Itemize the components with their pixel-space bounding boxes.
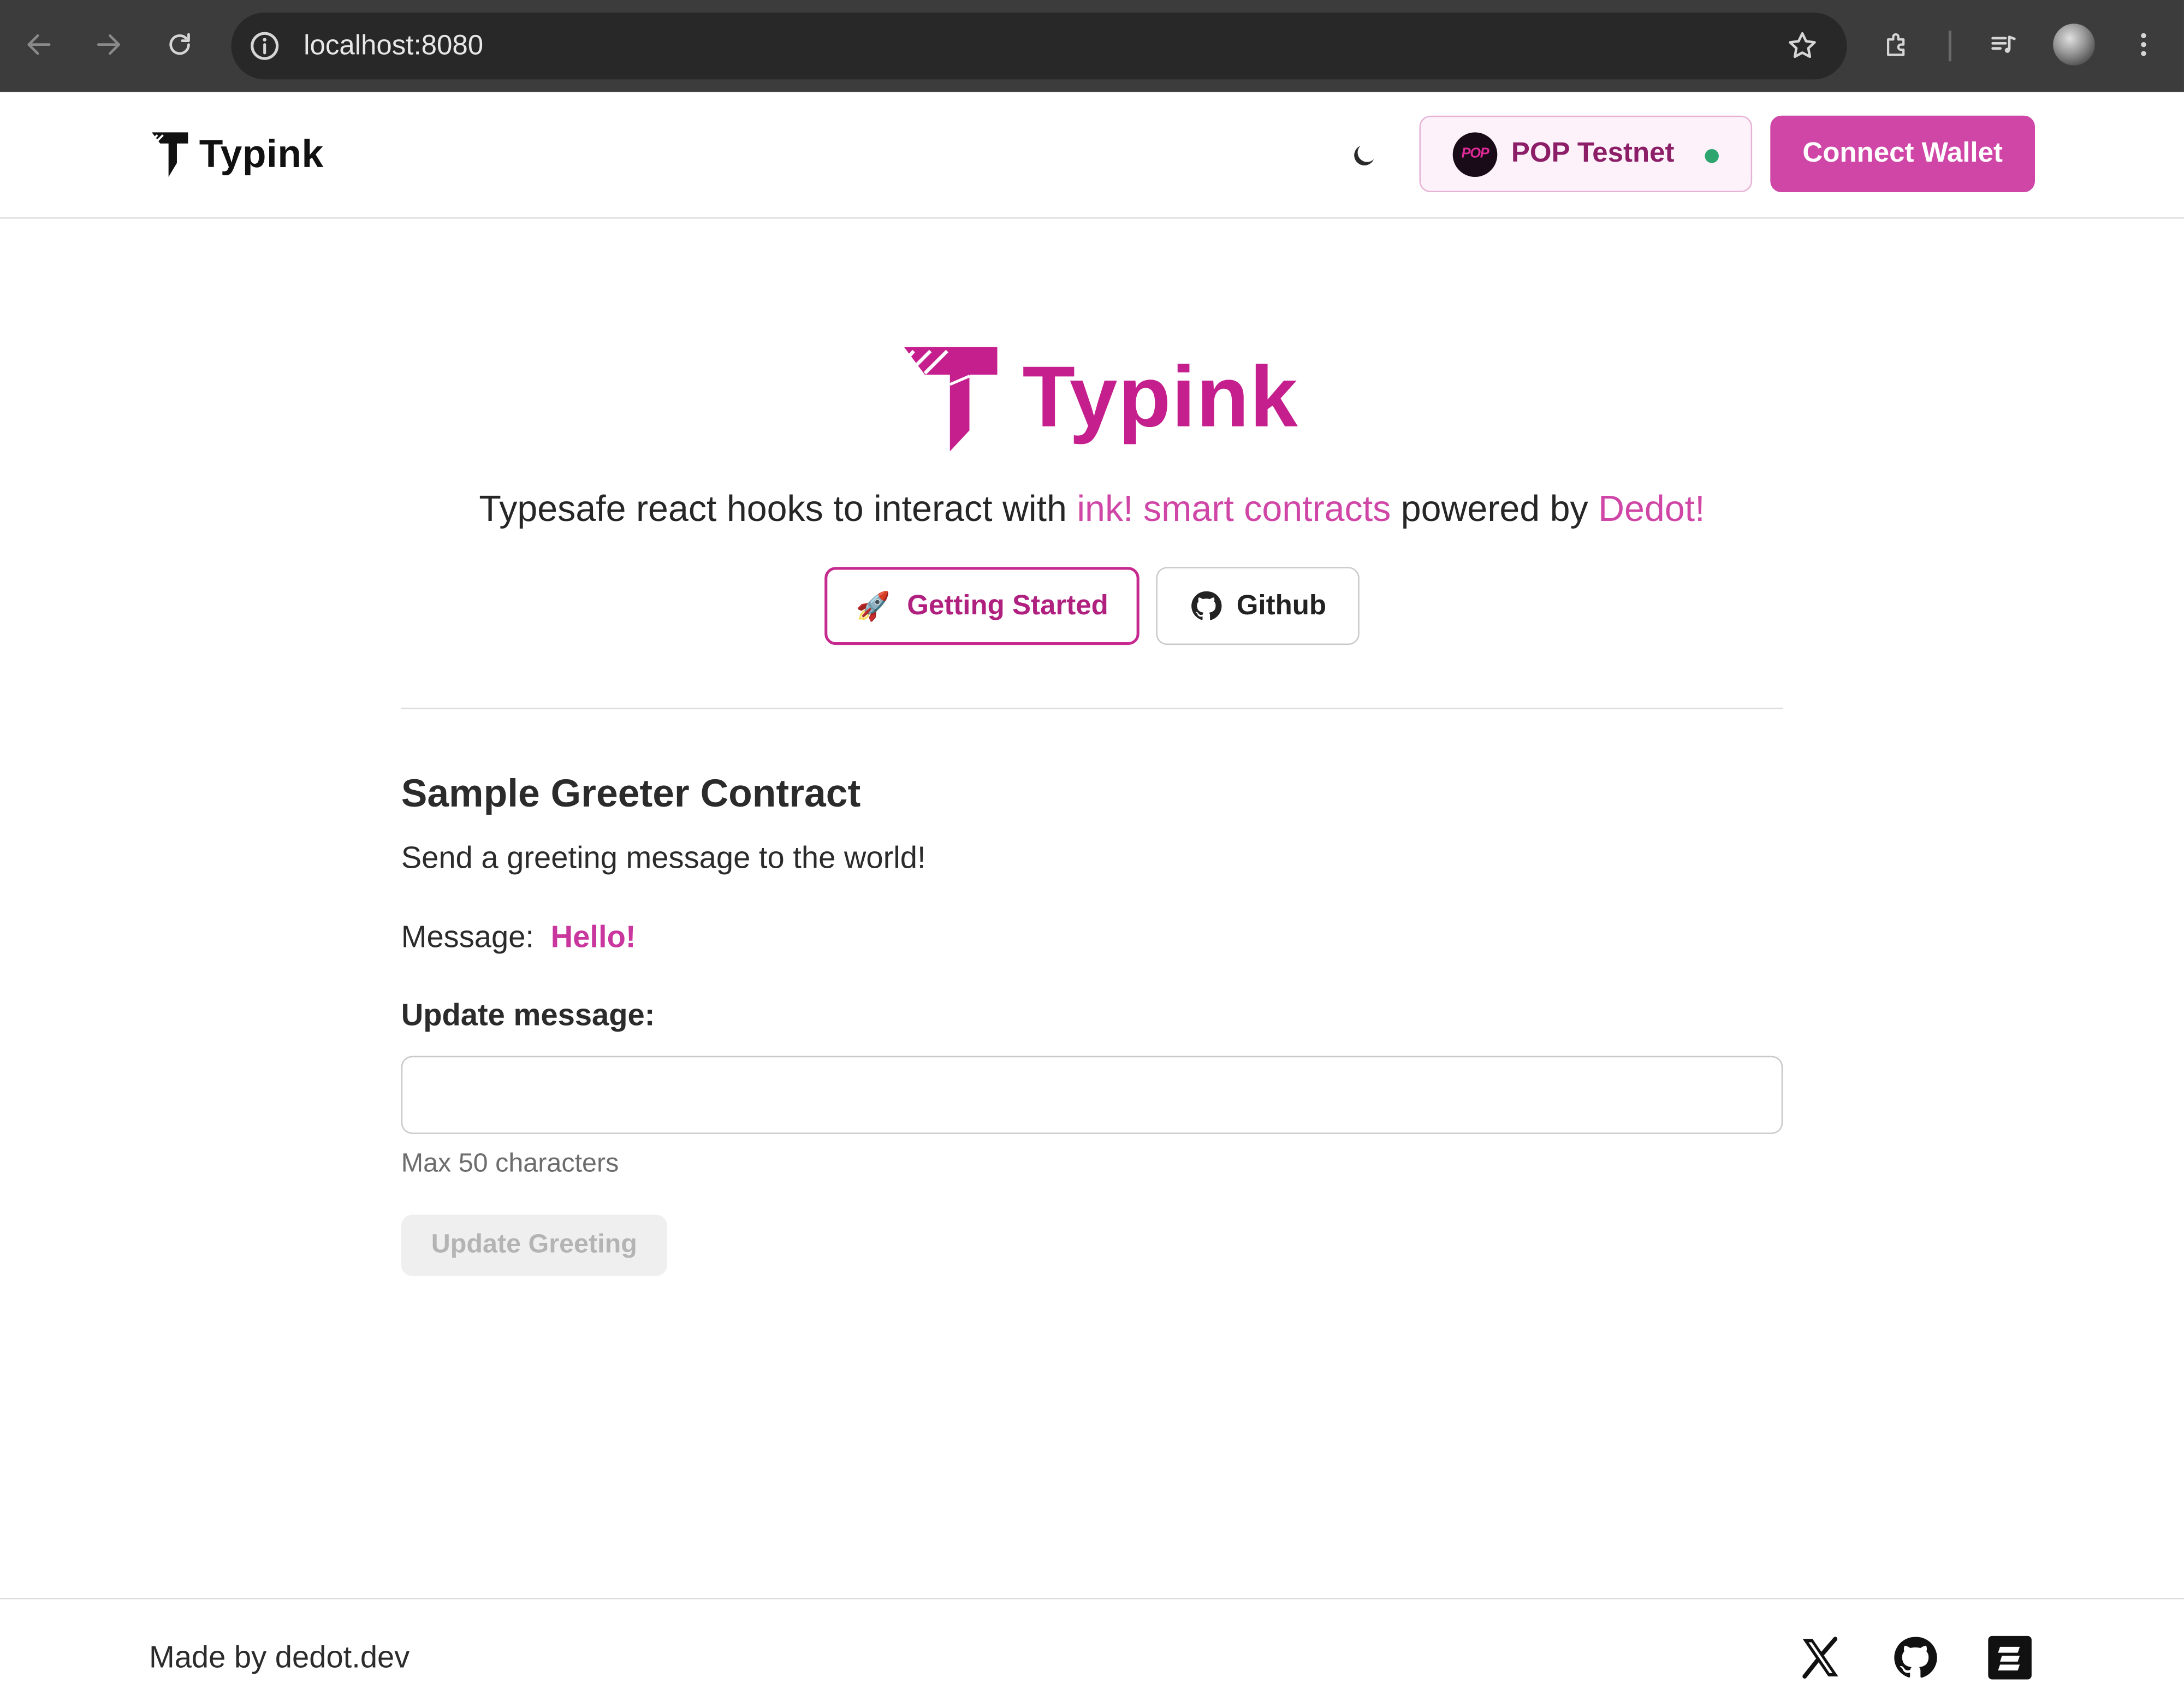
getting-started-button[interactable]: 🚀 Getting Started [824, 567, 1140, 645]
message-label: Message: [401, 919, 535, 955]
typink-logo-icon [903, 347, 998, 452]
forward-arrow-icon[interactable] [84, 20, 134, 70]
star-icon[interactable] [1785, 29, 1819, 63]
dedot-link[interactable]: Dedot! [1598, 488, 1705, 530]
github-icon [1191, 591, 1221, 620]
network-status-dot [1705, 149, 1719, 163]
pop-network-logo: POP [1452, 132, 1498, 176]
ink-smart-contracts-link[interactable]: ink! smart contracts [1077, 488, 1391, 530]
page-root: localhost:8080 Typink POP POP Testnet Co… [0, 0, 2184, 1706]
contract-description: Send a greeting message to the world! [401, 840, 926, 875]
rocket-icon: 🚀 [856, 591, 891, 623]
url-text[interactable]: localhost:8080 [304, 29, 483, 63]
address-bar[interactable]: localhost:8080 [231, 12, 1847, 80]
reload-icon[interactable] [155, 20, 205, 70]
tagline: Typesafe react hooks to interact with in… [479, 487, 1705, 530]
update-greeting-button[interactable]: Update Greeting [401, 1214, 667, 1276]
info-icon[interactable] [248, 29, 281, 63]
network-name: POP Testnet [1511, 138, 1675, 169]
github-icon[interactable] [1890, 1633, 1940, 1683]
hero-logo: Typink [900, 343, 1298, 454]
extensions-icon[interactable] [1872, 20, 1922, 70]
message-value: Hello! [550, 919, 636, 955]
profile-avatar[interactable] [2053, 23, 2095, 66]
footer: Made by dedot.dev [0, 1597, 2184, 1706]
dedot-icon[interactable] [1985, 1633, 2035, 1683]
hero-actions: 🚀 Getting Started Github [824, 567, 1360, 645]
app-header: Typink POP POP Testnet Connect Wallet [0, 92, 2184, 219]
media-icon[interactable] [1978, 20, 2028, 70]
brand-logo[interactable]: Typink [149, 129, 324, 180]
more-icon[interactable] [2118, 20, 2169, 70]
toolbar-separator [1948, 31, 1951, 62]
message-row: Message: Hello! [401, 920, 636, 956]
network-selector-button[interactable]: POP POP Testnet [1419, 115, 1753, 193]
contract-title: Sample Greeter Contract [401, 772, 861, 815]
message-input[interactable] [401, 1056, 1783, 1134]
section-divider [401, 707, 1783, 709]
back-arrow-icon[interactable] [14, 20, 64, 70]
connect-wallet-button[interactable]: Connect Wallet [1770, 115, 2035, 193]
made-by-text: Made by dedot.dev [149, 1639, 410, 1675]
max-characters-hint: Max 50 characters [401, 1149, 619, 1179]
browser-toolbar: localhost:8080 [0, 0, 2184, 93]
moon-icon[interactable] [1343, 135, 1385, 177]
brand-name: Typink [199, 132, 324, 176]
update-message-label: Update message: [401, 997, 655, 1033]
typink-logo-icon [151, 132, 188, 177]
x-icon[interactable] [1795, 1633, 1845, 1683]
github-button[interactable]: Github [1156, 567, 1360, 645]
hero-title: Typink [1022, 349, 1299, 446]
